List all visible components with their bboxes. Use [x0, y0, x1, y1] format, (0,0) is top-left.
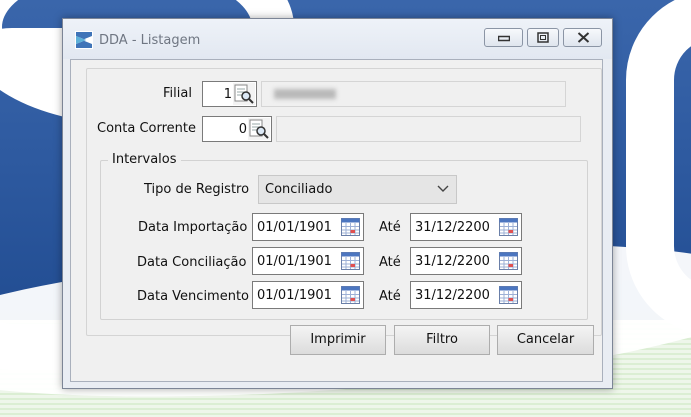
window-content: Filial 1 Conta Corrente 0 Intervalos Tip… — [70, 59, 603, 382]
calendar-icon[interactable] — [499, 252, 518, 270]
maximize-icon — [537, 32, 549, 43]
tipo-registro-label: Tipo de Registro — [144, 182, 250, 197]
data-vencimento-from-value: 01/01/1901 — [257, 288, 332, 303]
conta-corrente-lookup-icon[interactable] — [248, 118, 270, 140]
filial-label: Filial — [163, 86, 192, 101]
data-conciliacao-to-value: 31/12/2200 — [415, 254, 490, 269]
dda-listagem-window: DDA - Listagem Filial 1 Conta Corrente 0… — [62, 18, 613, 389]
chevron-down-icon — [437, 185, 449, 192]
close-button[interactable] — [563, 28, 602, 47]
ate-label-1: Até — [379, 220, 401, 235]
intervalos-title: Intervalos — [108, 152, 181, 167]
calendar-icon[interactable] — [341, 218, 360, 236]
close-icon — [577, 32, 590, 43]
minimize-icon — [498, 35, 510, 42]
desktop-logo-shape-right — [626, 0, 691, 336]
ate-label-2: Até — [379, 255, 401, 270]
conta-corrente-label: Conta Corrente — [97, 121, 197, 136]
data-vencimento-to-value: 31/12/2200 — [415, 288, 490, 303]
title-bar[interactable]: DDA - Listagem — [63, 19, 612, 59]
data-importacao-from-value: 01/01/1901 — [257, 220, 332, 235]
data-conciliacao-label: Data Conciliação — [137, 255, 247, 270]
filial-code-input[interactable]: 1 — [202, 81, 257, 107]
calendar-icon[interactable] — [499, 286, 518, 304]
data-conciliacao-from-input[interactable]: 01/01/1901 — [252, 247, 364, 275]
calendar-icon[interactable] — [341, 286, 360, 304]
conta-corrente-name-field — [276, 116, 581, 142]
cancelar-button[interactable]: Cancelar — [497, 325, 594, 355]
tipo-registro-value: Conciliado — [265, 182, 333, 197]
maximize-button[interactable] — [527, 28, 559, 47]
data-conciliacao-from-value: 01/01/1901 — [257, 254, 332, 269]
imprimir-button[interactable]: Imprimir — [290, 325, 386, 355]
data-vencimento-from-input[interactable]: 01/01/1901 — [252, 281, 364, 309]
window-title: DDA - Listagem — [99, 33, 201, 48]
filial-name-field — [261, 81, 566, 107]
data-vencimento-to-input[interactable]: 31/12/2200 — [410, 281, 522, 309]
data-vencimento-label: Data Vencimento — [137, 289, 250, 304]
filtro-button[interactable]: Filtro — [394, 325, 490, 355]
data-importacao-to-value: 31/12/2200 — [415, 220, 490, 235]
minimize-button[interactable] — [484, 28, 523, 47]
conta-corrente-code-value: 0 — [238, 122, 247, 137]
calendar-icon[interactable] — [341, 252, 360, 270]
data-conciliacao-to-input[interactable]: 31/12/2200 — [410, 247, 522, 275]
filial-name-blurred — [274, 89, 336, 99]
calendar-icon[interactable] — [499, 218, 518, 236]
app-logo-icon — [75, 31, 93, 49]
ate-label-3: Até — [379, 289, 401, 304]
data-importacao-to-input[interactable]: 31/12/2200 — [410, 213, 522, 241]
filial-code-value: 1 — [223, 87, 232, 102]
tipo-registro-select[interactable]: Conciliado — [258, 175, 457, 204]
filial-lookup-icon[interactable] — [233, 83, 255, 105]
conta-corrente-code-input[interactable]: 0 — [202, 116, 272, 142]
data-importacao-from-input[interactable]: 01/01/1901 — [252, 213, 364, 241]
data-importacao-label: Data Importação — [138, 220, 248, 235]
